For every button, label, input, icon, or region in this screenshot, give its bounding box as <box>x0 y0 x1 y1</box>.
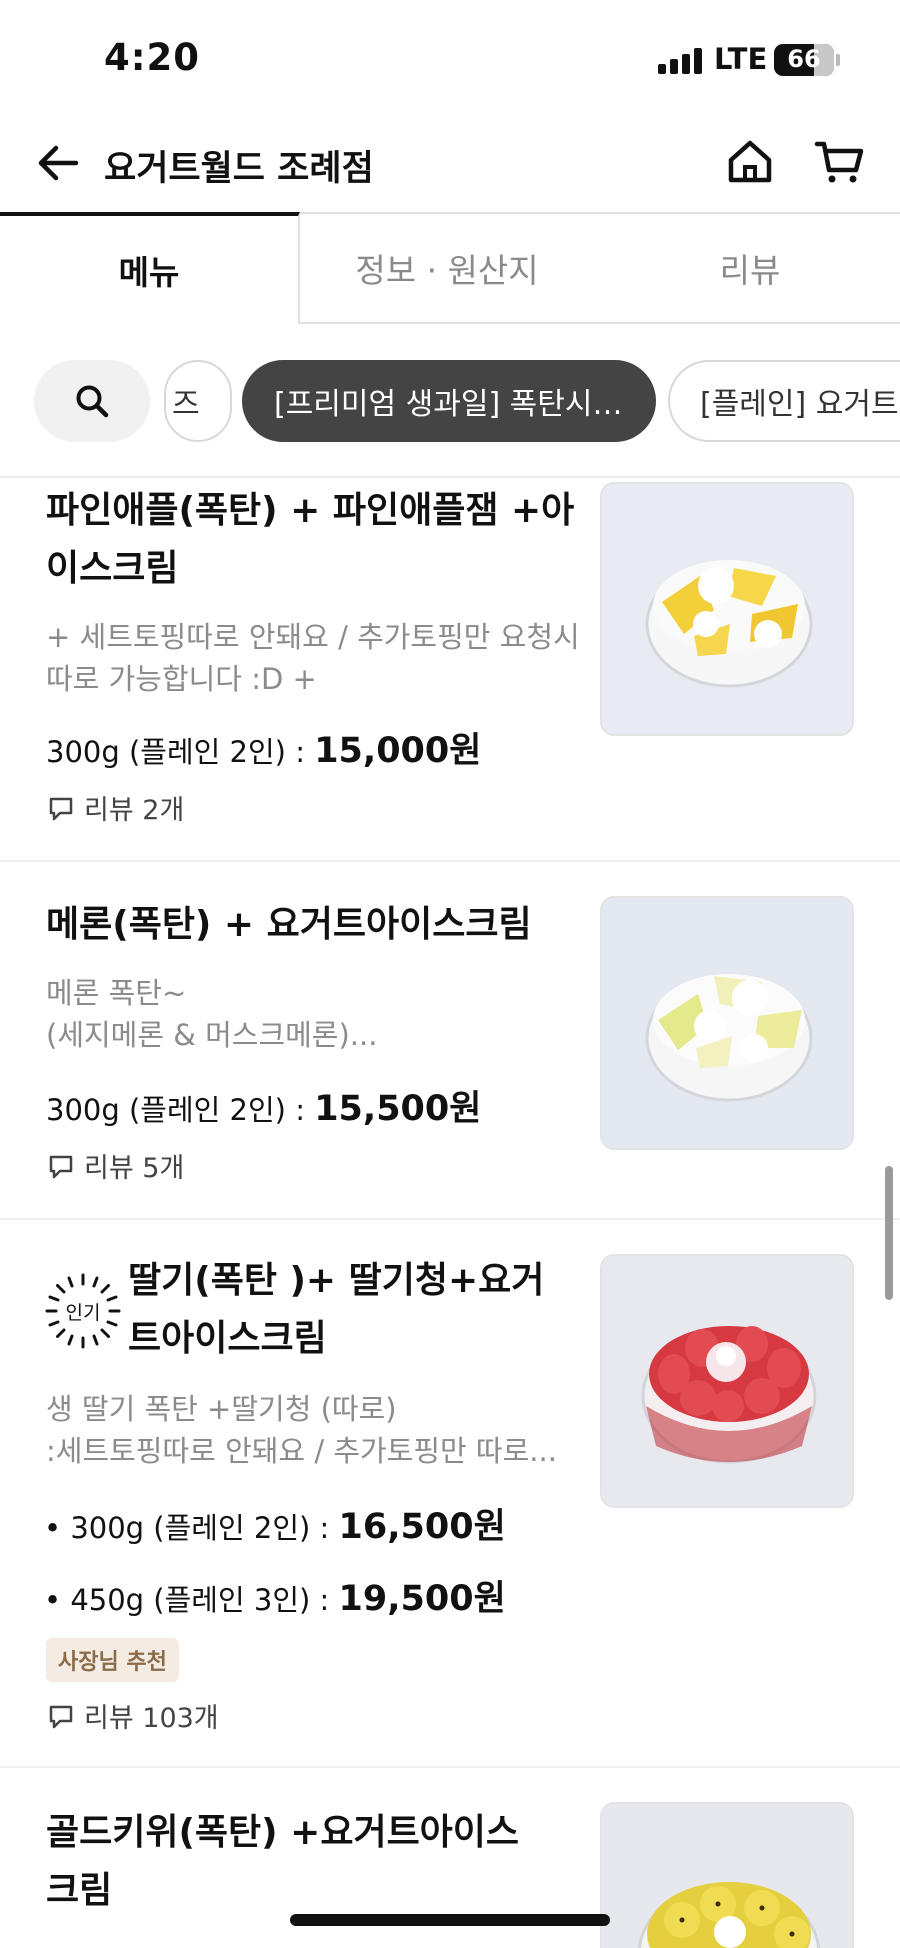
item-description-line: 생 딸기 폭탄 +딸기청 (따로) <box>46 1392 397 1426</box>
app-header: 요거트월드 조례점 <box>0 120 900 212</box>
review-label: 리뷰 5개 <box>84 1153 185 1184</box>
price-option: 300g (플레인 2인) : 15,500원 <box>46 1080 481 1131</box>
review-count: 리뷰 103개 <box>46 1696 219 1735</box>
item-name-line: 딸기(폭탄 )+ 딸기청+요거 <box>128 1260 545 1301</box>
price-value: 16,500원 <box>338 1507 506 1547</box>
item-photo[interactable] <box>600 482 854 736</box>
status-bar: 4:20 LTE 66 <box>0 0 900 120</box>
item-description-line: :세트토핑따로 안돼요 / 추가토핑만 따로... <box>46 1434 557 1468</box>
item-photo[interactable] <box>600 1254 854 1508</box>
item-description: + 세트토핑따로 안돼요 / 추가토핑만 요청시 따로 가능합니다 :D + <box>46 620 580 696</box>
price-option: 300g (플레인 2인) : 15,000원 <box>46 722 481 773</box>
comment-icon <box>49 1705 73 1728</box>
arrow-left-icon <box>38 145 79 181</box>
review-label: 리뷰 103개 <box>84 1703 219 1734</box>
search-icon <box>76 385 109 418</box>
menu-item[interactable]: 파인애플(폭탄) + 파인애플잼 +아이스크림 + 세트토핑따로 안돼요 / 추… <box>0 478 900 862</box>
price-option-label: 300g (플레인 2인) : <box>46 735 315 769</box>
price-option: • 450g (플레인 3인) : 19,500원 <box>44 1570 506 1621</box>
search-button[interactable] <box>34 360 150 442</box>
item-name-line: 골드키위(폭탄) +요거트아이스 <box>46 1812 520 1853</box>
battery-tip <box>836 54 840 66</box>
melon-yogurt-image <box>602 898 852 1148</box>
home-button[interactable] <box>722 134 778 190</box>
price-value: 15,500원 <box>314 1089 482 1129</box>
item-name-line: 트아이스크림 <box>128 1318 327 1359</box>
status-time: 4:20 <box>104 36 201 79</box>
review-count: 리뷰 2개 <box>46 788 184 827</box>
kiwi-yogurt-image <box>602 1804 852 1948</box>
item-name: 파인애플(폭탄) + 파인애플잼 +아이스크림 <box>46 490 575 589</box>
review-label: 리뷰 2개 <box>84 795 185 826</box>
item-description-line: 메론 폭탄~ <box>46 976 187 1010</box>
menu-item[interactable]: 메론(폭탄) + 요거트아이스크림 메론 폭탄~ (세지메론 & 머스크메론).… <box>0 862 900 1220</box>
comment-icon <box>49 797 73 820</box>
price-value: 15,000원 <box>314 731 482 771</box>
popular-badge-label: 인기 <box>65 1302 101 1324</box>
price-option-label: • 300g (플레인 2인) : <box>44 1511 339 1545</box>
tab-bar: 메뉴 정보 · 원산지 리뷰 <box>0 212 900 324</box>
signal-icon <box>658 48 704 74</box>
pineapple-yogurt-image <box>602 484 852 734</box>
tab-menu[interactable]: 메뉴 <box>0 212 300 324</box>
battery-icon: 66 <box>774 44 834 76</box>
price-option-label: 300g (플레인 2인) : <box>46 1093 315 1127</box>
tab-info-origin[interactable]: 정보 · 원산지 <box>300 212 594 324</box>
battery-level: 66 <box>787 45 821 73</box>
price-value: 19,500원 <box>338 1579 506 1619</box>
scrollbar[interactable] <box>885 1166 893 1300</box>
strawberry-yogurt-image <box>602 1256 852 1506</box>
item-photo[interactable] <box>600 1802 854 1948</box>
menu-item[interactable]: 인기 딸기(폭탄 )+ 딸기청+요거 트아이스크림 생 딸기 폭탄 +딸기청 (… <box>0 1220 900 1768</box>
store-title: 요거트월드 조례점 <box>104 149 374 189</box>
item-photo[interactable] <box>600 896 854 1150</box>
category-chip-selected[interactable]: [프리미엄 생과일] 폭탄시… <box>242 360 656 442</box>
category-chip[interactable]: 즈 <box>164 360 232 442</box>
owner-recommend-tag: 사장님 추천 <box>46 1638 179 1682</box>
review-count: 리뷰 5개 <box>46 1146 184 1185</box>
network-label: LTE <box>714 42 768 76</box>
comment-icon <box>49 1155 73 1178</box>
item-name-line: 크림 <box>46 1870 113 1911</box>
back-button[interactable] <box>34 138 84 188</box>
price-option: • 300g (플레인 2인) : 16,500원 <box>44 1498 506 1549</box>
home-indicator[interactable] <box>290 1914 610 1926</box>
price-option-label: • 450g (플레인 3인) : <box>44 1583 339 1617</box>
category-chip-bar: 즈 [프리미엄 생과일] 폭탄시… [플레인] 요거트 <box>0 324 900 478</box>
tab-reviews[interactable]: 리뷰 <box>600 212 900 324</box>
item-name: 메론(폭탄) + 요거트아이스크림 <box>46 904 532 945</box>
item-description-line: (세지메론 & 머스크메론)... <box>46 1018 378 1052</box>
category-chip[interactable]: [플레인] 요거트 <box>668 360 900 442</box>
home-icon <box>728 140 772 183</box>
cart-icon <box>814 141 864 183</box>
cart-button[interactable] <box>812 134 868 190</box>
